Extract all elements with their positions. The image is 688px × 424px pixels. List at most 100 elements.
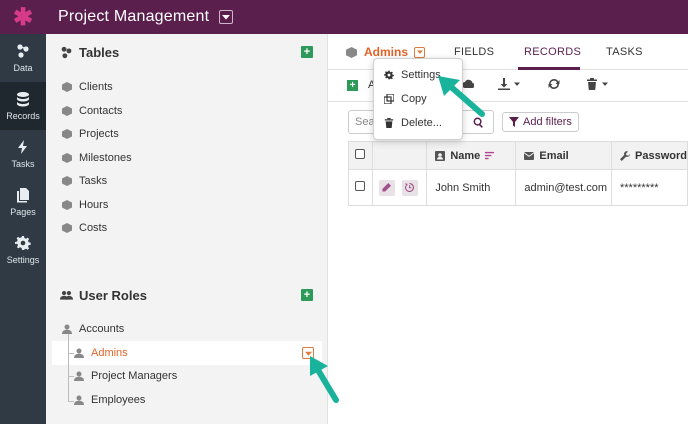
rail-item-records[interactable]: Records xyxy=(0,82,46,130)
tables-header: Tables xyxy=(60,45,119,60)
annotation-arrow-settings xyxy=(438,76,485,117)
sidebar: Tables + Clients Contacts Projects Miles… xyxy=(46,34,328,424)
refresh-icon xyxy=(548,79,560,89)
id-card-icon xyxy=(435,150,446,161)
delete-menu-button[interactable] xyxy=(586,78,608,90)
role-item-admins[interactable]: Admins xyxy=(74,347,128,359)
rail-item-data[interactable]: Data xyxy=(0,34,46,82)
table-label: Milestones xyxy=(79,152,132,164)
add-table-button[interactable]: + xyxy=(301,46,313,58)
user-roles-title: User Roles xyxy=(79,288,147,303)
cube-icon xyxy=(62,176,72,186)
role-label: Project Managers xyxy=(91,370,178,382)
add-filters-label: Add filters xyxy=(523,116,572,128)
sidebar-item-costs[interactable]: Costs xyxy=(62,222,107,234)
user-icon xyxy=(62,324,72,334)
chevron-down-icon xyxy=(514,82,520,86)
table-label: Tasks xyxy=(79,175,108,187)
tab-tasks[interactable]: TASKS xyxy=(606,46,643,58)
records-table: Name Email Password John Smith admin@tes… xyxy=(348,141,688,206)
menu-label: Copy xyxy=(401,93,427,105)
app-header: Project Management xyxy=(46,0,688,34)
user-icon xyxy=(74,348,84,358)
user-icon xyxy=(74,395,84,405)
column-label: Email xyxy=(539,149,569,162)
tab-records[interactable]: RECORDS xyxy=(524,46,581,58)
app-logo[interactable]: ✱ xyxy=(0,0,46,34)
download-button[interactable] xyxy=(498,78,520,90)
name-cell: John Smith xyxy=(426,169,517,206)
gear-icon xyxy=(384,70,394,80)
app-dropdown-button[interactable] xyxy=(219,10,234,24)
menu-item-copy[interactable]: Copy xyxy=(384,93,427,105)
rail-label: Data xyxy=(13,63,33,73)
sidebar-item-hours[interactable]: Hours xyxy=(62,199,108,211)
rail-item-settings[interactable]: Settings xyxy=(0,226,46,274)
add-record-button[interactable]: + xyxy=(347,80,358,91)
refresh-button[interactable] xyxy=(548,78,560,90)
cube-icon xyxy=(62,106,72,116)
annotation-arrow-dropdown xyxy=(310,356,339,403)
chevron-down-icon xyxy=(222,15,231,20)
table-row[interactable]: John Smith admin@test.com ********* xyxy=(348,169,688,206)
role-item-accounts[interactable]: Accounts xyxy=(62,323,124,335)
sidebar-item-tasks[interactable]: Tasks xyxy=(62,175,107,187)
rail-item-pages[interactable]: Pages xyxy=(0,178,46,226)
table-label: Costs xyxy=(79,222,108,234)
actions-header xyxy=(371,141,428,170)
tables-title: Tables xyxy=(79,45,120,60)
rail-label: Records xyxy=(6,111,40,121)
rail-item-tasks[interactable]: Tasks xyxy=(0,130,46,178)
app-title: Project Management xyxy=(58,8,210,25)
users-icon xyxy=(60,290,73,300)
record-history-button[interactable] xyxy=(401,179,418,196)
database-icon xyxy=(17,92,29,107)
add-filters-button[interactable]: Add filters xyxy=(502,112,579,132)
rail-label: Tasks xyxy=(11,159,35,169)
email-cell: admin@test.com xyxy=(515,169,612,206)
role-item-employees[interactable]: Employees xyxy=(74,394,145,406)
download-icon xyxy=(498,78,510,90)
sidebar-item-projects[interactable]: Projects xyxy=(62,128,119,140)
breadcrumb: Admins xyxy=(346,45,426,59)
table-label: Contacts xyxy=(79,105,123,117)
filter-icon xyxy=(509,117,519,127)
add-role-button[interactable]: + xyxy=(301,289,313,301)
email-column-header[interactable]: Email xyxy=(515,141,612,170)
pencil-icon xyxy=(382,183,392,192)
table-label: Clients xyxy=(79,81,113,93)
role-item-project-managers[interactable]: Project Managers xyxy=(74,370,177,382)
cube-icon xyxy=(62,82,72,92)
tab-fields[interactable]: FIELDS xyxy=(454,46,494,58)
sort-icon[interactable] xyxy=(485,151,495,160)
cube-icon xyxy=(346,46,357,58)
trash-icon xyxy=(384,118,394,128)
database-graph-icon xyxy=(61,46,72,59)
row-actions-cell xyxy=(371,169,428,206)
current-role-dropdown[interactable] xyxy=(414,46,426,58)
history-icon xyxy=(405,183,415,192)
copy-icon xyxy=(384,94,394,104)
sidebar-item-clients[interactable]: Clients xyxy=(62,81,113,93)
cube-icon xyxy=(62,200,72,210)
sidebar-item-contacts[interactable]: Contacts xyxy=(62,105,122,117)
chevron-down-icon xyxy=(602,82,608,86)
table-label: Projects xyxy=(79,128,119,140)
password-column-header[interactable]: Password xyxy=(611,141,688,170)
row-checkbox[interactable] xyxy=(355,181,366,191)
row-select-cell xyxy=(348,169,373,206)
select-all-checkbox[interactable] xyxy=(355,149,366,159)
rail-label: Settings xyxy=(6,255,40,265)
column-label: Password xyxy=(635,149,687,162)
user-roles-header: User Roles xyxy=(60,288,147,303)
edit-record-button[interactable] xyxy=(378,179,395,196)
tree-line xyxy=(68,334,69,402)
rail-label: Pages xyxy=(10,207,36,217)
table-label: Hours xyxy=(79,199,109,211)
password-cell: ********* xyxy=(611,169,688,206)
cube-icon xyxy=(62,223,72,233)
column-label: Name xyxy=(450,149,481,162)
sidebar-item-milestones[interactable]: Milestones xyxy=(62,152,132,164)
name-column-header[interactable]: Name xyxy=(426,141,517,170)
cube-icon xyxy=(62,153,72,163)
